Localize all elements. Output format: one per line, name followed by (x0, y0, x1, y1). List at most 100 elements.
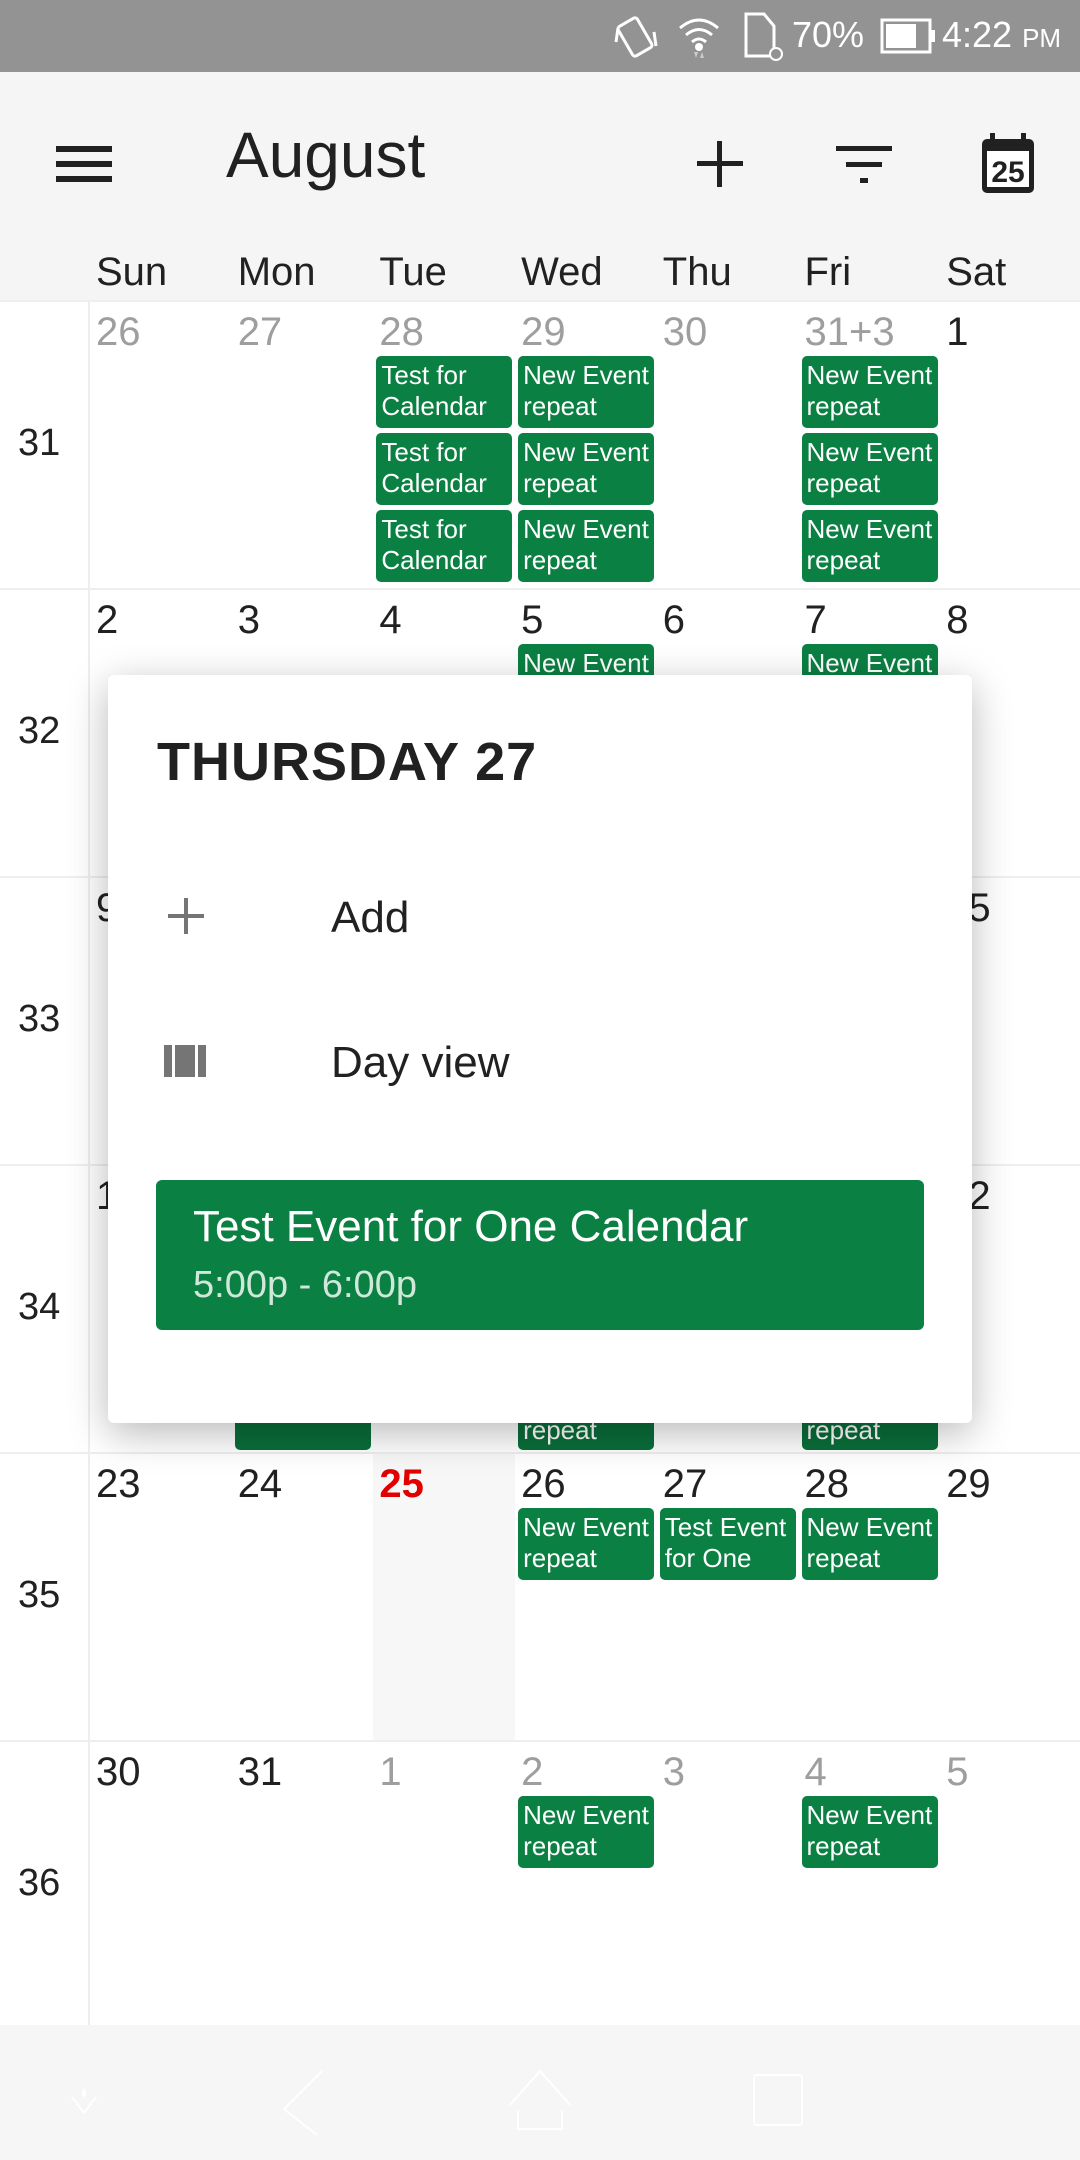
day-cell[interactable]: 26 (90, 302, 232, 588)
day-cell[interactable]: 4 New Event repeat (799, 1742, 941, 2028)
day-number: 8 (946, 598, 969, 642)
home-icon[interactable] (500, 2055, 580, 2135)
day-cell[interactable]: 30 (90, 1742, 232, 2028)
day-number: 1 (379, 1750, 402, 1794)
day-number: 30 (96, 1750, 141, 1794)
day-view-label: Day view (331, 1038, 510, 1087)
day-number: 25 (379, 1462, 424, 1506)
week-number: 31 (18, 422, 61, 464)
event-chip[interactable]: New Event repeat (801, 1508, 938, 1580)
status-bar: 70% 4:22 PM (0, 0, 1080, 72)
week-number: 36 (18, 1862, 61, 1904)
day-cell[interactable]: 27 Test Event for One (657, 1454, 799, 1740)
navigation-bar (0, 2025, 1080, 2160)
day-cell[interactable]: 28 New Event repeat (799, 1454, 941, 1740)
event-title: Test Event for One Calendar (193, 1202, 749, 1251)
day-view-icon (164, 1045, 206, 1077)
day-cell[interactable]: 3 (657, 1742, 799, 2028)
today-button[interactable]: 25 (968, 124, 1048, 204)
day-view-item[interactable]: Day view (108, 1006, 972, 1116)
weekday-mon: Mon (237, 250, 316, 294)
add-event-button[interactable] (680, 124, 760, 204)
day-number: 6 (662, 598, 686, 642)
today-icon-day: 25 (991, 156, 1024, 189)
recents-icon[interactable] (738, 2055, 818, 2135)
day-number: 28 (379, 310, 424, 354)
week-row: 35 23 24 25 26 New Event repeat 27 Test Event f… (0, 1452, 1080, 1740)
event-chip[interactable]: New Event repeat (518, 356, 655, 428)
event-chip[interactable]: New Event repeat (801, 356, 938, 428)
day-number: 4 (804, 1750, 827, 1794)
wifi-icon (679, 18, 719, 58)
vibrate-icon (614, 16, 658, 58)
event-chip[interactable]: New Event repeat (801, 1796, 938, 1868)
day-cell[interactable]: 24 (232, 1454, 374, 1740)
day-number: 3 (237, 598, 260, 642)
week-row: 36 30 31 1 2 New Event repeat 3 4 New Event repe… (0, 1740, 1080, 2028)
weekday-sat: Sat (946, 250, 1007, 294)
day-cell[interactable]: 26 New Event repeat (515, 1454, 657, 1740)
day-cell[interactable]: 29 New Event repeat New Event repeat New Ev… (515, 302, 657, 588)
clock-ampm: PM (1022, 23, 1062, 53)
today-icon: 25 (982, 133, 1034, 193)
month-title[interactable]: August (226, 118, 425, 192)
add-event-item[interactable]: Add (108, 861, 972, 971)
add-icon (697, 141, 743, 187)
day-number: 30 (662, 310, 708, 354)
day-cell[interactable]: 31 (232, 1742, 374, 2028)
event-chip[interactable]: Test Event for One (659, 1508, 796, 1580)
event-chip[interactable]: New Event repeat (518, 1796, 655, 1868)
menu-button[interactable] (44, 124, 124, 204)
event-chip[interactable]: New Event repeat (518, 1508, 655, 1580)
day-popup: THURSDAY 27 Add Day view Test Event for … (108, 675, 972, 1423)
day-cell[interactable]: 1 (373, 1742, 515, 2028)
battery-percent: 70% (792, 14, 865, 55)
event-time: 5:00p - 6:00p (193, 1264, 417, 1306)
day-cell[interactable]: 1 (940, 302, 1080, 588)
hide-keyboard-icon[interactable] (44, 2055, 124, 2135)
week-row: 31 26 27 28 Test for Calendar Test for Calend… (0, 300, 1080, 588)
week-number: 32 (18, 710, 61, 752)
day-number: 26 (521, 1462, 566, 1506)
day-number: 24 (237, 1462, 283, 1506)
day-number: 29 (521, 310, 566, 354)
day-number: 4 (379, 598, 402, 642)
week-number: 33 (18, 998, 61, 1040)
day-cell[interactable]: 2 New Event repeat (515, 1742, 657, 2028)
day-number: 31 (237, 1750, 283, 1794)
day-number: 27 (237, 310, 283, 354)
event-chip[interactable]: Test for Calendar (376, 510, 513, 582)
day-cell[interactable]: 23 (90, 1454, 232, 1740)
event-chip[interactable]: New Event repeat (518, 510, 655, 582)
day-cell[interactable]: 28 Test for Calendar Test for Calendar Test… (373, 302, 515, 588)
day-number: 2 (96, 598, 119, 642)
event-chip[interactable]: New Event repeat (518, 433, 655, 505)
day-number: 29 (946, 1462, 991, 1506)
day-cell[interactable]: 30 (657, 302, 799, 588)
back-icon[interactable] (262, 2055, 342, 2135)
day-number: 2 (521, 1750, 544, 1794)
day-number: 5 (521, 598, 544, 642)
day-cell[interactable]: 5 (940, 1742, 1080, 2028)
day-cell[interactable]: 29 (940, 1454, 1080, 1740)
add-label: Add (331, 893, 410, 942)
event-chip[interactable]: Test for Calendar (376, 356, 513, 428)
day-number: 27 (662, 1462, 708, 1506)
day-number: 1 (946, 310, 969, 354)
battery-icon (880, 18, 935, 54)
event-chip[interactable]: New Event repeat (801, 510, 938, 582)
event-chip[interactable]: Test for Calendar (376, 433, 513, 505)
day-number: 31+3 (804, 310, 895, 354)
day-cell[interactable]: 27 (232, 302, 374, 588)
week-number: 34 (18, 1286, 61, 1328)
clock-time: 4:22 (942, 14, 1013, 55)
weekday-sun: Sun (96, 250, 168, 294)
day-cell[interactable]: 25 (373, 1454, 516, 1740)
popup-event-card[interactable]: Test Event for One Calendar 5:00p - 6:00… (156, 1180, 924, 1330)
menu-icon (56, 146, 112, 182)
filter-button[interactable] (824, 124, 904, 204)
event-chip[interactable]: New Event repeat (801, 433, 938, 505)
day-cell[interactable]: 31+3 New Event repeat New Event repeat New … (799, 302, 941, 588)
weekday-fri: Fri (804, 250, 852, 294)
weekday-tue: Tue (379, 250, 447, 294)
